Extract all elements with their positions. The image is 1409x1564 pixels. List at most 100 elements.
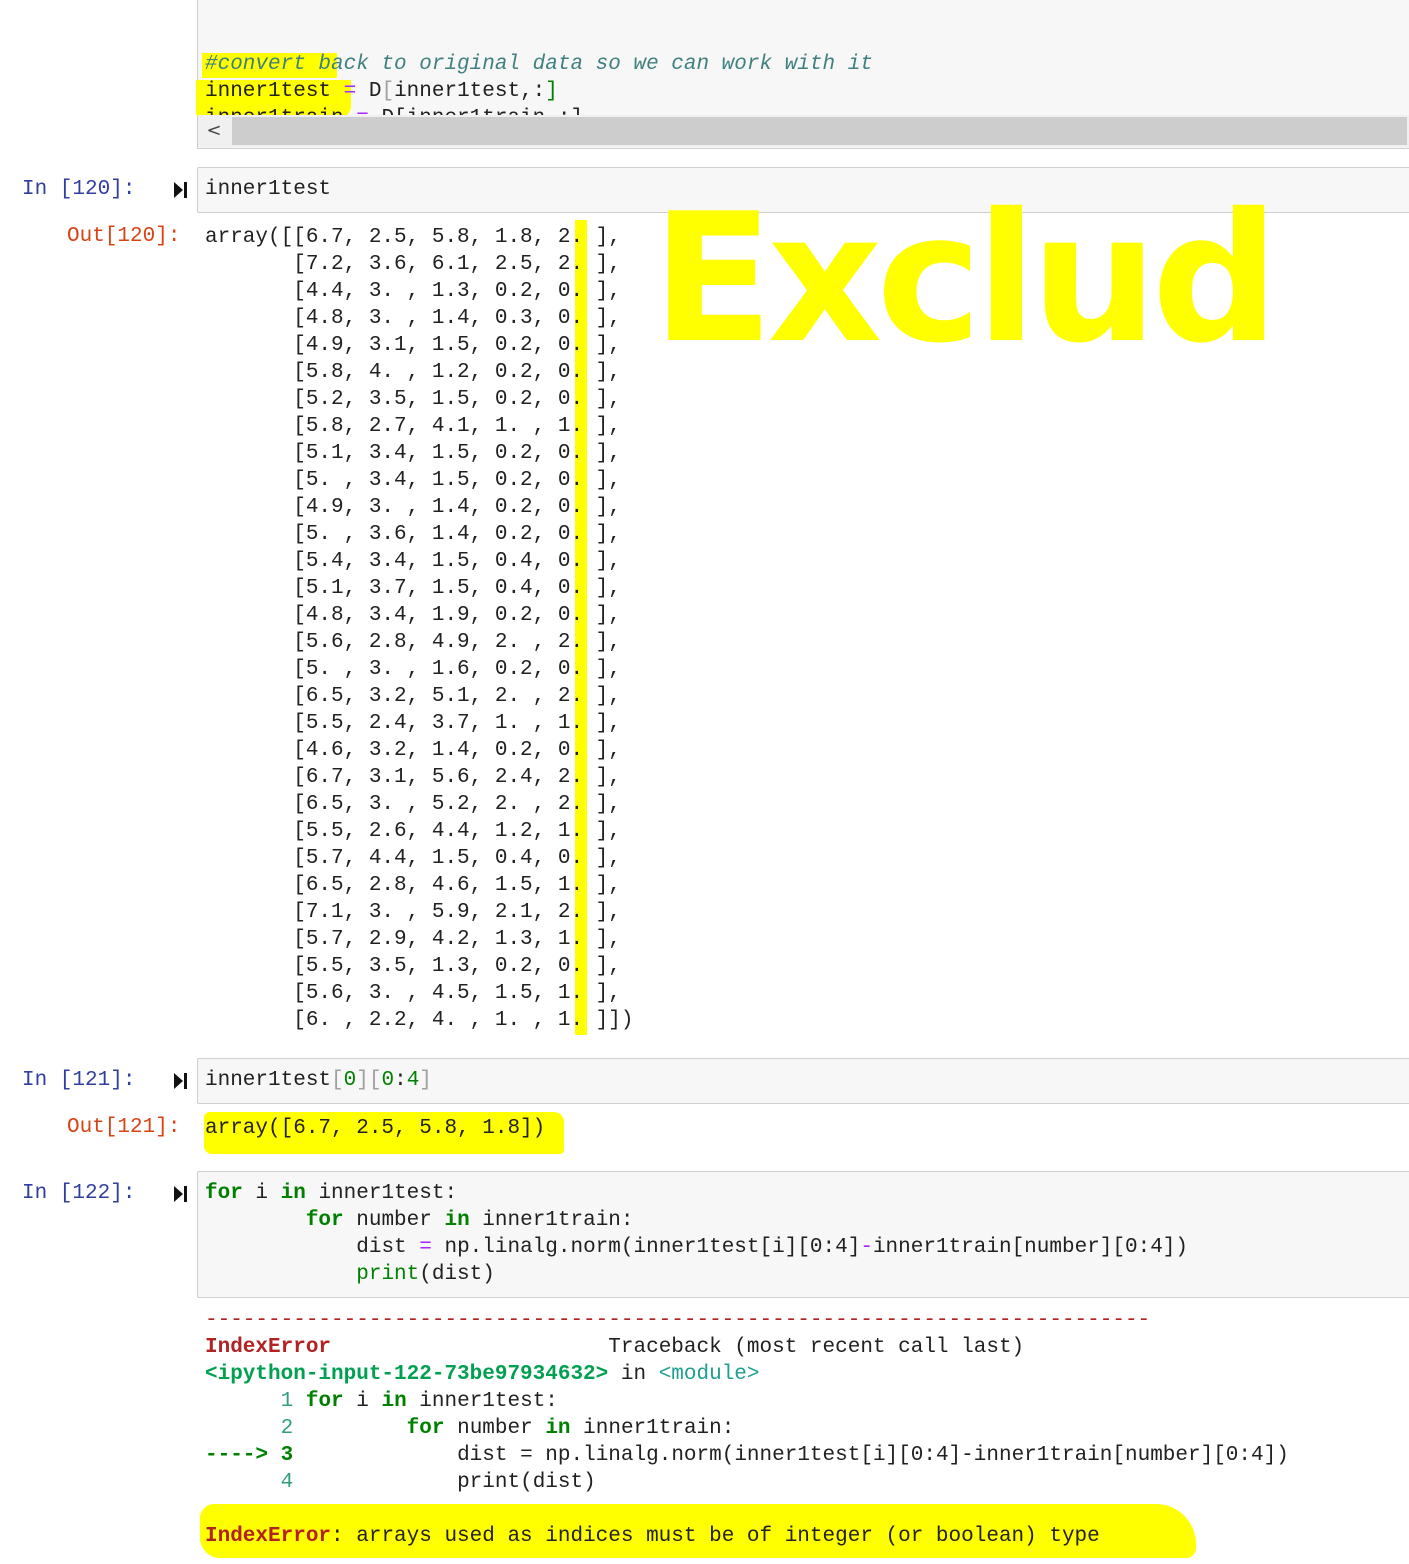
output-line: [4.8, 3.4, 1.9, 0.2, 0. ],	[205, 604, 621, 627]
output-line: [4.9, 3. , 1.4, 0.2, 0. ],	[205, 496, 621, 519]
output-line: [6.5, 2.8, 4.6, 1.5, 1. ],	[205, 874, 621, 897]
traceback-spacer	[331, 1336, 608, 1359]
out-prompt-121: Out[121]:	[67, 1116, 181, 1139]
output-line: [5.8, 2.7, 4.1, 1. , 1. ],	[205, 415, 621, 438]
traceback-pad	[205, 1390, 281, 1413]
code-text: number	[343, 1209, 445, 1232]
output-line: [5.5, 2.6, 4.4, 1.2, 1. ],	[205, 820, 621, 843]
output-line: [5.7, 4.4, 1.5, 0.4, 0. ],	[205, 847, 621, 870]
exclude-annotation: Exclude	[652, 195, 1270, 382]
cell-120-code: inner1test	[205, 178, 332, 201]
output-line: [5.5, 3.5, 1.3, 0.2, 0. ],	[205, 955, 621, 978]
code-comment: #convert back to original data so we can…	[205, 53, 873, 76]
traceback-line-number: 1	[280, 1390, 294, 1413]
code-bracket: ][	[356, 1069, 382, 1092]
code-text: number	[444, 1417, 546, 1440]
run-cell-icon[interactable]	[172, 180, 188, 200]
output-line: [5. , 3.6, 1.4, 0.2, 0. ],	[205, 523, 621, 546]
output-line: [5.6, 3. , 4.5, 1.5, 1. ],	[205, 982, 621, 1005]
code-operator: =	[419, 1236, 432, 1259]
output-line: [5. , 3. , 1.6, 0.2, 0. ],	[205, 658, 621, 681]
code-keyword: in	[545, 1417, 571, 1440]
code-number: 0	[381, 1069, 395, 1092]
code-keyword: for	[406, 1417, 445, 1440]
traceback-separator: ----------------------------------------…	[205, 1309, 1151, 1332]
code-keyword: in	[381, 1390, 407, 1413]
code-number: 0	[343, 1069, 357, 1092]
traceback-pad	[205, 1417, 281, 1440]
output-line: [4.6, 3.2, 1.4, 0.2, 0. ],	[205, 739, 621, 762]
code-var: inner1test	[205, 80, 332, 103]
error-message: : arrays used as indices must be of inte…	[331, 1525, 1100, 1548]
ipython-input-label: <ipython-input-122-73be97934632>	[205, 1363, 609, 1386]
output-line: [4.9, 3.1, 1.5, 0.2, 0. ],	[205, 334, 621, 357]
code-bracket: [	[331, 1069, 344, 1092]
code-bracket: ]	[419, 1069, 432, 1092]
code-text: inner1test	[205, 1069, 332, 1092]
output-line: [7.1, 3. , 5.9, 2.1, 2. ],	[205, 901, 621, 924]
code-text: inner1train:	[469, 1209, 634, 1232]
code-keyword: in	[280, 1182, 306, 1205]
traceback-arrow: ---->	[205, 1444, 269, 1467]
output-line: [4.8, 3. , 1.4, 0.3, 0. ],	[205, 307, 621, 330]
code-text: i	[343, 1390, 382, 1413]
in-prompt-122: In [122]:	[22, 1182, 136, 1205]
code-text: (dist)	[419, 1263, 495, 1286]
scrollbar-left-button[interactable]: <	[198, 115, 230, 147]
code-text: D	[368, 80, 382, 103]
output-line: array([[6.7, 2.5, 5.8, 1.8, 2. ],	[205, 226, 621, 249]
code-bracket: ]	[545, 80, 558, 103]
out-prompt-120: Out[120]:	[67, 225, 181, 248]
module-label: <module>	[658, 1363, 760, 1386]
code-bracket: [	[381, 80, 395, 103]
output-line: [5.6, 2.8, 4.9, 2. , 2. ],	[205, 631, 621, 654]
run-cell-icon[interactable]	[172, 1071, 188, 1091]
error-message-name: IndexError	[205, 1525, 332, 1548]
output-line: [5.1, 3.7, 1.5, 0.4, 0. ],	[205, 577, 621, 600]
code-keyword: for	[205, 1182, 243, 1205]
code-keyword: for	[305, 1209, 344, 1232]
output-line: [5.2, 3.5, 1.5, 0.2, 0. ],	[205, 388, 621, 411]
code-text: np.linalg.norm(inner1test[i][0:4]	[431, 1236, 861, 1259]
in-prompt-121: In [121]:	[22, 1069, 136, 1092]
code-text: dist	[356, 1236, 420, 1259]
in-prompt-120: In [120]:	[22, 178, 136, 201]
output-line: [6.5, 3.2, 5.1, 2. , 2. ],	[205, 685, 621, 708]
code-keyword: in	[444, 1209, 470, 1232]
cell-121-code: inner1test[0][0:4]	[205, 1067, 432, 1094]
code-text: inner1train[number][0:4])	[872, 1236, 1189, 1259]
code-keyword: for	[305, 1390, 344, 1413]
annotation-text: Exclude	[652, 195, 1270, 382]
traceback: ----------------------------------------…	[205, 1307, 1289, 1550]
code-number: 4	[406, 1069, 420, 1092]
output-line: [6.5, 3. , 5.2, 2. , 2. ],	[205, 793, 621, 816]
code-builtin: print	[356, 1263, 420, 1286]
traceback-text: in	[608, 1363, 659, 1386]
output-line: [5.1, 3.4, 1.5, 0.2, 0. ],	[205, 442, 621, 465]
cell-122-code: for i in inner1test: for number in inner…	[205, 1180, 1188, 1288]
code-text: inner1test:	[305, 1182, 458, 1205]
output-line: [5.5, 2.4, 3.7, 1. , 1. ],	[205, 712, 621, 735]
output-line: [7.2, 3.6, 6.1, 2.5, 2. ],	[205, 253, 621, 276]
traceback-line-number: 4	[280, 1471, 294, 1494]
horizontal-scrollbar[interactable]: <	[198, 115, 1409, 147]
traceback-pad	[205, 1471, 281, 1494]
output-line: [5. , 3.4, 1.5, 0.2, 0. ],	[205, 469, 621, 492]
traceback-line-number: 2	[280, 1417, 294, 1440]
output-line: [5.7, 2.9, 4.2, 1.3, 1. ],	[205, 928, 621, 951]
traceback-line-number: 3	[280, 1444, 294, 1467]
code-text: i	[242, 1182, 281, 1205]
scrollbar-thumb[interactable]	[232, 117, 1407, 145]
cell-121-output: array([6.7, 2.5, 5.8, 1.8])	[205, 1117, 546, 1140]
cell-120-output: array([[6.7, 2.5, 5.8, 1.8, 2. ], [7.2, …	[205, 224, 633, 1034]
output-line: [4.4, 3. , 1.3, 0.2, 0. ],	[205, 280, 621, 303]
output-line: [5.4, 3.4, 1.5, 0.4, 0. ],	[205, 550, 621, 573]
output-line: [5.8, 4. , 1.2, 0.2, 0. ],	[205, 361, 621, 384]
run-cell-icon[interactable]	[172, 1184, 188, 1204]
error-name: IndexError	[205, 1336, 332, 1359]
